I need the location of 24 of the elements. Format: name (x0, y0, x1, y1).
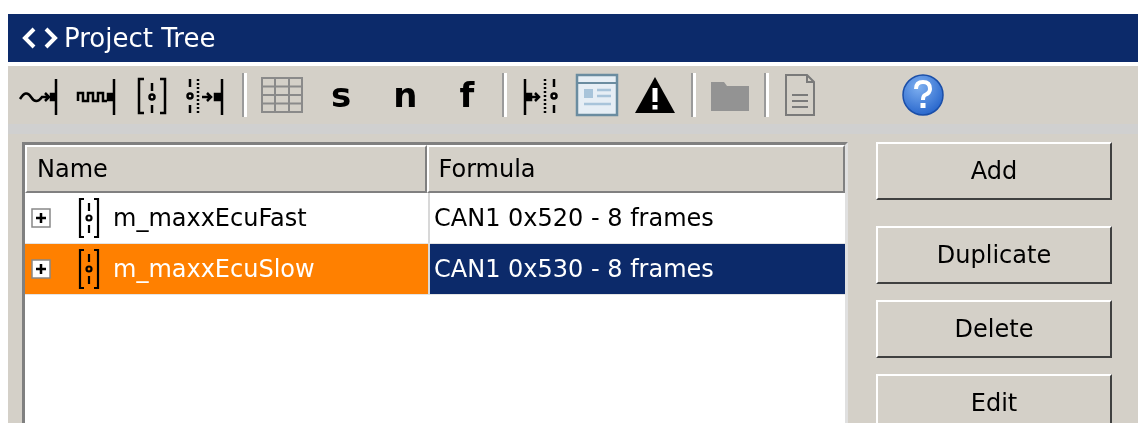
column-header[interactable]: Formula (426, 145, 845, 193)
expand-icon[interactable] (31, 208, 51, 228)
warning-icon (633, 75, 678, 115)
toolbar-button[interactable]: n (375, 69, 436, 121)
action-button[interactable]: Delete (876, 300, 1112, 358)
expand-icon[interactable] (31, 259, 51, 279)
tree-item[interactable]: m_maxxEcuFast (25, 193, 428, 243)
window-title: Project Tree (64, 23, 216, 53)
column-header[interactable]: Name (25, 145, 427, 193)
toolbar-button[interactable]: f (441, 69, 493, 121)
document-icon (783, 73, 818, 117)
window-icon (575, 73, 620, 117)
help-icon (901, 73, 946, 117)
action-button[interactable]: Duplicate (876, 226, 1112, 284)
item-name: m_maxxEcuFast (113, 204, 307, 232)
item-name: m_maxxEcuSlow (113, 255, 315, 283)
bit-matrix-icon (77, 197, 101, 239)
bit-matrix-icon (77, 248, 101, 290)
code-brackets-icon (22, 27, 58, 49)
toolbar-button[interactable]: s (313, 69, 370, 121)
action-button[interactable]: Add (876, 142, 1112, 200)
table-grid-icon (261, 77, 303, 113)
action-button[interactable]: Edit (876, 374, 1112, 423)
formula-cell: CAN1 0x530 - 8 frames (428, 244, 845, 294)
